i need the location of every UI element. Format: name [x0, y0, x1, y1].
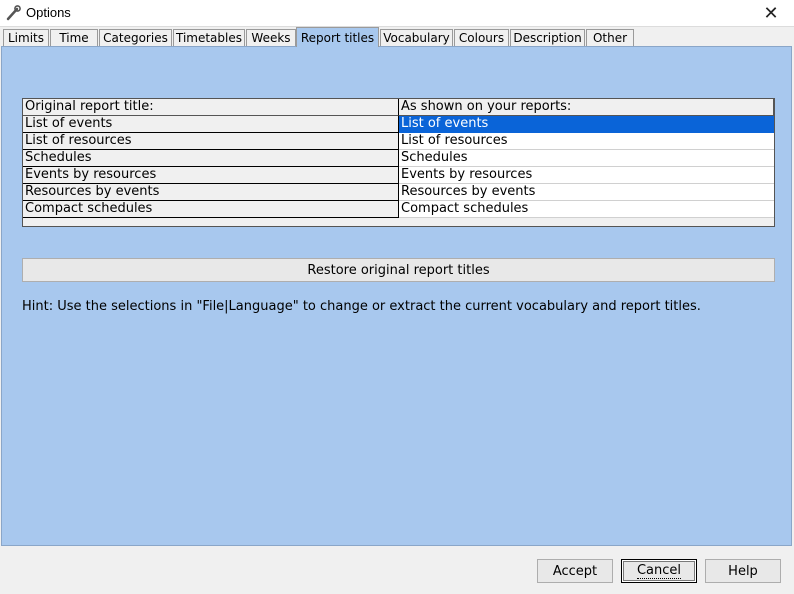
tab-description[interactable]: Description — [510, 29, 585, 46]
tab-colours[interactable]: Colours — [454, 29, 509, 46]
original-title-cell: Events by resources — [23, 167, 399, 184]
shown-title-cell[interactable]: Schedules — [399, 150, 774, 167]
cancel-button-label: Cancel — [636, 563, 682, 579]
restore-titles-button[interactable]: Restore original report titles — [22, 258, 775, 282]
tab-limits[interactable]: Limits — [3, 29, 49, 46]
table-row: Resources by events Resources by events — [23, 184, 774, 201]
shown-title-cell[interactable]: List of events — [399, 116, 774, 133]
tab-weeks[interactable]: Weeks — [246, 29, 296, 46]
tab-strip: Limits Time Categories Timetables Weeks … — [0, 27, 794, 47]
dialog-footer: Accept Cancel Help — [0, 546, 794, 594]
shown-title-cell[interactable]: Resources by events — [399, 184, 774, 201]
title-bar: Options ✕ — [0, 0, 794, 27]
table-row: List of resources List of resources — [23, 133, 774, 150]
table-row: Compact schedules Compact schedules — [23, 201, 774, 218]
table-row: List of events List of events — [23, 116, 774, 133]
tab-timetables[interactable]: Timetables — [173, 29, 245, 46]
tab-report-titles[interactable]: Report titles — [296, 27, 379, 47]
table-row: Schedules Schedules — [23, 150, 774, 167]
shown-title-cell[interactable]: List of resources — [399, 133, 774, 150]
tab-time[interactable]: Time — [50, 29, 98, 46]
help-button[interactable]: Help — [705, 559, 781, 583]
table-row: Events by resources Events by resources — [23, 167, 774, 184]
tab-categories[interactable]: Categories — [99, 29, 172, 46]
report-titles-panel: Original report title: As shown on your … — [1, 46, 792, 546]
original-title-cell: List of resources — [23, 133, 399, 150]
shown-title-cell[interactable]: Compact schedules — [399, 201, 774, 218]
hint-text: Hint: Use the selections in "File|Langua… — [22, 299, 701, 314]
original-title-cell: Schedules — [23, 150, 399, 167]
cancel-button[interactable]: Cancel — [621, 559, 697, 583]
tab-vocabulary[interactable]: Vocabulary — [380, 29, 453, 46]
close-icon: ✕ — [763, 2, 779, 24]
original-title-cell: Compact schedules — [23, 201, 399, 218]
help-button-label: Help — [728, 563, 758, 579]
close-button[interactable]: ✕ — [748, 0, 794, 26]
accept-button[interactable]: Accept — [537, 559, 613, 583]
grid-header-row: Original report title: As shown on your … — [23, 99, 774, 116]
column-header-original: Original report title: — [23, 99, 399, 116]
original-title-cell: List of events — [23, 116, 399, 133]
original-title-cell: Resources by events — [23, 184, 399, 201]
report-titles-grid: Original report title: As shown on your … — [22, 98, 775, 227]
window-title: Options — [26, 5, 71, 20]
accept-button-label: Accept — [552, 563, 598, 579]
shown-title-cell[interactable]: Events by resources — [399, 167, 774, 184]
tab-other[interactable]: Other — [586, 29, 634, 46]
wrench-icon — [6, 5, 21, 21]
column-header-shown: As shown on your reports: — [399, 99, 774, 116]
